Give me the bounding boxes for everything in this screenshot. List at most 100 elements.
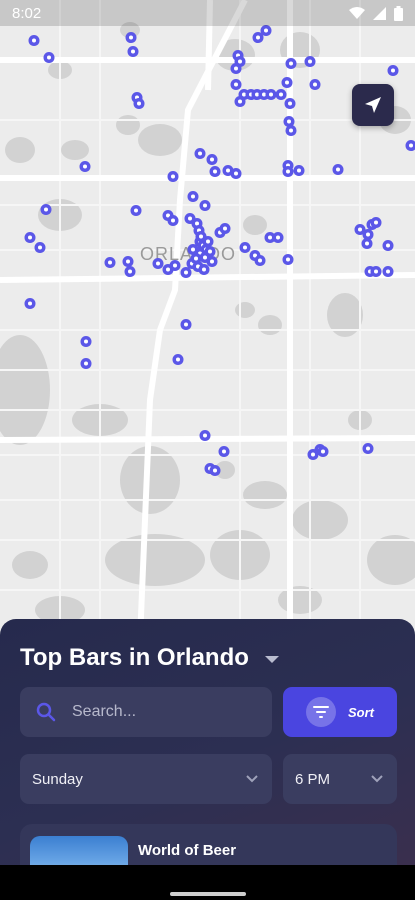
search-input[interactable]	[70, 702, 254, 722]
map-pin-dot	[129, 35, 133, 40]
map-pin-dot	[238, 59, 242, 64]
map-pin-dot	[256, 35, 260, 40]
map-pin-dot	[213, 468, 217, 473]
map-pin-dot	[202, 267, 206, 272]
map-pin-dot	[287, 119, 291, 124]
map-pin-dot	[47, 55, 51, 60]
map-pin-dot	[188, 216, 192, 221]
sheet-title-dropdown[interactable]: Top Bars in Orlando	[20, 644, 279, 672]
time-value: 6 PM	[295, 770, 331, 788]
map-pin-dot	[134, 208, 138, 213]
map-pin-dot	[308, 59, 312, 64]
map-pin-dot	[234, 82, 238, 87]
locate-me-button[interactable]	[352, 84, 394, 126]
home-indicator[interactable]	[170, 892, 246, 896]
map-pin-dot	[203, 203, 207, 208]
map-pin-dot	[184, 270, 188, 275]
map-pin-dot	[210, 259, 214, 264]
map-pin-dot	[38, 245, 42, 250]
map-pin-dot	[286, 169, 290, 174]
map-pin-dot	[171, 218, 175, 223]
map-pin-dot	[374, 220, 378, 225]
map-pin-dot	[184, 322, 188, 327]
status-bar: 8:02	[0, 0, 415, 26]
map-pin-dot	[223, 226, 227, 231]
map-pin-dot	[84, 361, 88, 366]
bar-name: World of Beer	[138, 842, 237, 859]
search-field[interactable]	[20, 687, 272, 737]
map-pin-dot	[176, 357, 180, 362]
filter-icon	[306, 697, 336, 727]
map-pin-dot	[199, 234, 203, 239]
sort-button[interactable]: Sort	[283, 687, 397, 737]
sort-label: Sort	[348, 704, 374, 720]
map-pin-dot	[234, 171, 238, 176]
bar-card[interactable]: World of Beer	[20, 824, 397, 865]
map-pin-dot	[198, 151, 202, 156]
map-pin-dot	[276, 235, 280, 240]
map-pin-dot	[391, 68, 395, 73]
chevron-down-icon	[246, 775, 258, 783]
map-pin-dot	[131, 49, 135, 54]
map-pin-dot	[206, 239, 210, 244]
bar-photo	[30, 836, 128, 865]
day-select[interactable]: Sunday	[20, 754, 272, 804]
map-pin-dot	[108, 260, 112, 265]
map-pin-dot	[191, 194, 195, 199]
map-pin-dot	[289, 128, 293, 133]
status-time: 8:02	[12, 4, 42, 22]
map-pin-dot	[32, 38, 36, 43]
map-pin-dot	[171, 174, 175, 179]
map-pin-dot	[386, 243, 390, 248]
day-value: Sunday	[32, 770, 83, 788]
map-pin-dot	[297, 168, 301, 173]
map-pin-dot	[262, 92, 266, 97]
map-pin-dot	[321, 449, 325, 454]
map-pin-dot	[126, 259, 130, 264]
map-pin-dot	[128, 269, 132, 274]
map-pin-dot	[285, 80, 289, 85]
map-pin-dot	[137, 101, 141, 106]
map-pin-dot	[226, 168, 230, 173]
map-pin-dot	[313, 82, 317, 87]
map-pin-dot	[166, 267, 170, 272]
map-pin-dot	[234, 66, 238, 71]
map-pin-dot	[238, 99, 242, 104]
map-pin-dot	[213, 169, 217, 174]
map-pin-dot	[386, 269, 390, 274]
search-icon	[36, 702, 56, 722]
map-pin-dot	[28, 301, 32, 306]
map-pin-dot	[279, 92, 283, 97]
map-pin-dot	[268, 235, 272, 240]
map-pin-dot	[374, 269, 378, 274]
map-pin-dot	[409, 143, 413, 148]
map-pin-dot	[336, 167, 340, 172]
cellular-icon	[373, 6, 386, 20]
sheet-title: Top Bars in Orlando	[20, 644, 249, 671]
chevron-down-icon	[264, 655, 279, 663]
map-pin-dot	[83, 164, 87, 169]
map-pin-dot	[255, 92, 259, 97]
map-pin-dot	[203, 255, 207, 260]
map-pin-dot	[156, 261, 160, 266]
time-select[interactable]: 6 PM	[283, 754, 397, 804]
map-pin-dot	[288, 101, 292, 106]
map-pin-dot	[195, 221, 199, 226]
map-pin-dot	[208, 249, 212, 254]
map-pin-dot	[191, 247, 195, 252]
map-pin-dot	[242, 92, 246, 97]
bars-bottom-sheet: Top Bars in Orlando Sort Sunday 6 PM Wor…	[0, 619, 415, 865]
map-pin-dot	[269, 92, 273, 97]
map-pin-dot	[289, 61, 293, 66]
map-pin-dot	[44, 207, 48, 212]
navigation-arrow-icon	[365, 97, 381, 113]
map-pin-dot	[173, 263, 177, 268]
map-pin-dot	[258, 258, 262, 263]
map-pin-dot	[311, 452, 315, 457]
map-pin-dot	[84, 339, 88, 344]
map-pin-dot	[194, 256, 198, 261]
wifi-icon	[349, 6, 365, 19]
map-pin-dot	[366, 446, 370, 451]
map-pin-dot	[366, 232, 370, 237]
map-pin-dot	[203, 433, 207, 438]
